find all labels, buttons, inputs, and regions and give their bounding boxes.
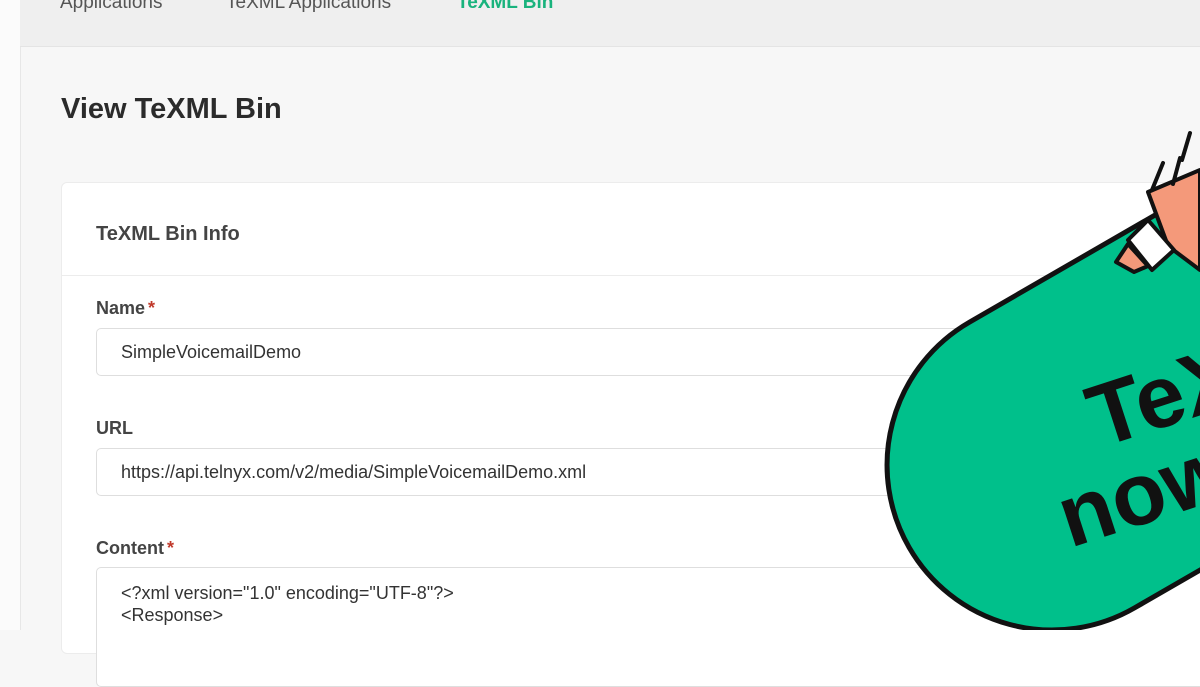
content-line: <?xml version="1.0" encoding="UTF-8"?>: [121, 583, 454, 603]
content-line: <Response>: [121, 605, 224, 625]
tab-texml-bin[interactable]: TeXML Bin: [457, 0, 553, 14]
tab-applications[interactable]: Applications: [60, 0, 162, 14]
content-label-text: Content: [96, 538, 164, 558]
url-input[interactable]: https://api.telnyx.com/v2/media/SimpleVo…: [96, 448, 1200, 496]
card-title: TeXML Bin Info: [96, 223, 240, 245]
tab-texml-applications[interactable]: TeXML Applications: [226, 0, 391, 14]
name-required-mark: *: [148, 298, 156, 318]
texml-bin-info-card: TeXML Bin Info Name * SimpleVoicemailDemo…: [61, 182, 1200, 687]
content-textarea[interactable]: <?xml version="1.0" encoding="UTF-8"?> <…: [96, 567, 1200, 687]
name-label: Name *: [96, 298, 155, 319]
tab-bar: Applications TeXML Applications TeXML Bi…: [20, 0, 1200, 47]
card-header: TeXML Bin Info: [62, 183, 1200, 276]
url-label: URL: [96, 418, 133, 438]
page-title: View TeXML Bin: [61, 93, 282, 125]
name-label-text: Name: [96, 298, 146, 318]
sidebar-edge: [0, 0, 21, 630]
content-label: Content *: [96, 538, 174, 559]
name-input[interactable]: SimpleVoicemailDemo: [96, 328, 1200, 376]
content-required-mark: *: [166, 538, 174, 558]
